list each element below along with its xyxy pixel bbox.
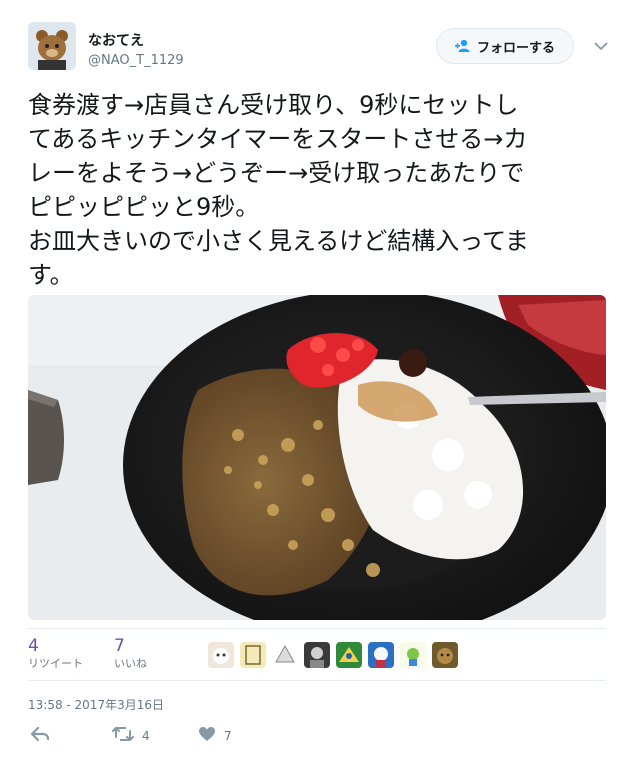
divider-bottom [28, 680, 606, 681]
retweet-icon [112, 726, 134, 746]
liker-avatar[interactable] [400, 642, 426, 668]
user-avatar[interactable] [28, 22, 76, 70]
user-names: なおてえ @NAO_T_1129 [88, 32, 184, 70]
liker-avatar[interactable] [240, 642, 266, 668]
chevron-down-icon[interactable] [592, 38, 610, 52]
like-label: いいね [114, 657, 147, 670]
reply-button[interactable] [30, 726, 50, 746]
tweet-header: なおてえ @NAO_T_1129 フォローする [28, 20, 618, 76]
like-count: 7 [114, 636, 125, 656]
heart-icon [198, 726, 216, 746]
follow-button[interactable]: フォローする [436, 28, 574, 64]
display-name[interactable]: なおてえ [88, 32, 184, 50]
retweet-count: 4 [28, 636, 39, 656]
liker-avatars [208, 642, 458, 668]
retweet-label: リツイート [28, 657, 83, 670]
follow-button-label: フォローする [476, 40, 555, 56]
retweet-action-count: 4 [142, 729, 150, 743]
tweet-stats: 4 リツイート 7 いいね [28, 636, 618, 676]
like-button[interactable]: 7 [198, 726, 232, 746]
liker-avatar[interactable] [208, 642, 234, 668]
divider-top [28, 628, 606, 629]
retweet-button[interactable]: 4 [112, 726, 150, 746]
liker-avatar[interactable] [368, 642, 394, 668]
liker-avatar[interactable] [304, 642, 330, 668]
tweet-timestamp[interactable]: 13:58 - 2017年3月16日 [28, 696, 164, 713]
reply-icon [30, 726, 50, 746]
like-stat[interactable]: 7 いいね [114, 636, 147, 672]
liker-avatar[interactable] [272, 642, 298, 668]
tweet-photo[interactable] [28, 295, 606, 620]
liker-avatar[interactable] [336, 642, 362, 668]
tweet-actions: 4 7 [28, 726, 328, 746]
add-user-icon [454, 39, 471, 53]
liker-avatar[interactable] [432, 642, 458, 668]
retweet-stat[interactable]: 4 リツイート [28, 636, 83, 672]
like-action-count: 7 [224, 729, 232, 743]
tweet-text: 食券渡す→店員さん受け取り、9秒にセットし てあるキッチンタイマーをスタートさせ… [28, 91, 529, 289]
user-handle[interactable]: @NAO_T_1129 [88, 52, 184, 70]
